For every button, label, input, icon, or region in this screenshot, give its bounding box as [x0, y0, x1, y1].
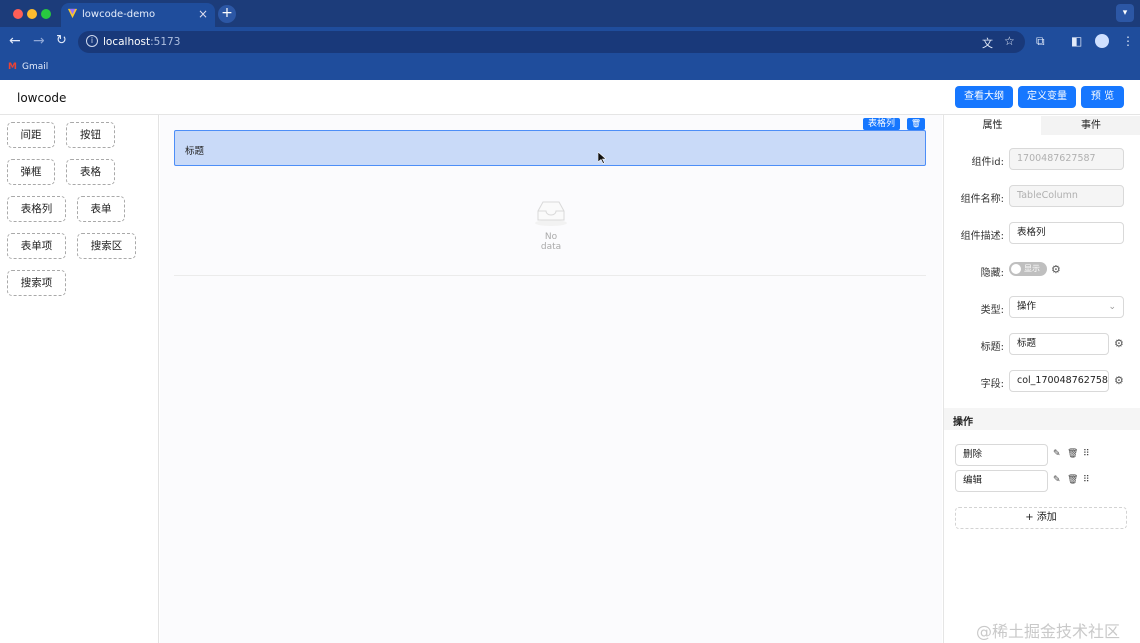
- title-label: 标题:: [980, 342, 1004, 353]
- app-title: lowcode: [17, 91, 67, 105]
- tab-search-chevron-icon[interactable]: ▾: [1116, 4, 1134, 22]
- url-text: localhost:5173: [103, 36, 181, 48]
- define-variables-button[interactable]: 定义变量: [1018, 86, 1076, 108]
- profile-avatar-icon[interactable]: [1095, 34, 1109, 48]
- component-button[interactable]: 按钮: [66, 122, 115, 148]
- side-panel-icon[interactable]: ◧: [1071, 34, 1082, 48]
- action-item-input-delete[interactable]: 删除: [955, 444, 1048, 466]
- properties-panel: 属性 事件 组件id: 1700487627587 组件名称: TableCol…: [943, 115, 1140, 643]
- delete-selection-icon[interactable]: 🗑: [907, 118, 925, 130]
- component-table[interactable]: 表格: [66, 159, 115, 185]
- toggle-text: 显示: [1024, 264, 1040, 273]
- field-settings-gear-icon[interactable]: ⚙: [1114, 374, 1124, 387]
- selection-label[interactable]: 表格列: [863, 118, 900, 130]
- drag-handle-icon[interactable]: ⠿: [1083, 475, 1090, 485]
- vite-favicon-icon: [67, 8, 78, 19]
- zoom-window-button[interactable]: [41, 9, 51, 19]
- component-form[interactable]: 表单: [77, 196, 125, 222]
- type-label: 类型:: [980, 305, 1004, 316]
- tab-properties[interactable]: 属性: [944, 116, 1041, 135]
- drag-handle-icon[interactable]: ⠿: [1083, 449, 1090, 459]
- browser-tab-strip: lowcode-demo × + ▾: [0, 0, 1140, 27]
- mouse-cursor-icon: [598, 152, 606, 164]
- gmail-icon: M: [8, 62, 17, 72]
- table-divider: [174, 275, 926, 276]
- toggle-knob: [1011, 264, 1021, 274]
- type-select-value: 操作: [1017, 301, 1037, 312]
- component-name-label: 组件名称:: [960, 194, 1004, 205]
- component-table-column[interactable]: 表格列: [7, 196, 66, 222]
- component-search-item[interactable]: 搜索项: [7, 270, 66, 296]
- hidden-settings-gear-icon[interactable]: ⚙: [1051, 263, 1061, 276]
- type-select[interactable]: 操作 ⌄: [1009, 296, 1124, 318]
- close-window-button[interactable]: [13, 9, 23, 19]
- browser-menu-icon[interactable]: ⋮: [1122, 34, 1134, 48]
- title-settings-gear-icon[interactable]: ⚙: [1114, 337, 1124, 350]
- view-outline-button[interactable]: 查看大纲: [955, 86, 1013, 108]
- back-arrow-icon[interactable]: ←: [9, 33, 21, 49]
- table-column-header[interactable]: 标题: [174, 130, 926, 166]
- hidden-label: 隐藏:: [980, 268, 1004, 279]
- forward-arrow-icon[interactable]: →: [33, 33, 45, 49]
- add-action-label: 添加: [1036, 512, 1057, 523]
- component-desc-label: 组件描述:: [960, 231, 1004, 242]
- component-search-area[interactable]: 搜索区: [77, 233, 136, 259]
- app-header: lowcode 查看大纲 定义变量 预 览: [0, 80, 1140, 115]
- reload-icon[interactable]: ↻: [56, 33, 67, 49]
- component-desc-input[interactable]: 表格列: [1009, 222, 1124, 244]
- tab-close-icon[interactable]: ×: [198, 7, 208, 21]
- component-name-input: TableColumn: [1009, 185, 1124, 207]
- new-tab-button[interactable]: +: [218, 5, 236, 23]
- empty-state-text: No data: [540, 232, 562, 252]
- title-input[interactable]: 标题: [1009, 333, 1109, 355]
- component-modal[interactable]: 弹框: [7, 159, 55, 185]
- address-bar[interactable]: i localhost:5173 ⽂ ☆: [78, 31, 1025, 53]
- design-canvas[interactable]: 表格列 🗑 标题 No data: [160, 115, 942, 643]
- component-spacing[interactable]: 间距: [7, 122, 55, 148]
- delete-trash-icon[interactable]: 🗑: [1067, 449, 1078, 459]
- field-input[interactable]: col_1700487627587: [1009, 370, 1109, 392]
- component-id-input: 1700487627587: [1009, 148, 1124, 170]
- component-palette: 间距 按钮 弹框 表格 表格列 表单 表单项 搜索区 搜索项: [0, 115, 159, 643]
- translate-icon[interactable]: ⽂: [982, 35, 993, 51]
- add-action-button[interactable]: + 添加: [955, 507, 1127, 529]
- component-id-label: 组件id:: [971, 157, 1005, 168]
- extensions-puzzle-icon[interactable]: ⧉: [1036, 34, 1045, 49]
- component-form-item[interactable]: 表单项: [7, 233, 66, 259]
- preview-button[interactable]: 预 览: [1081, 86, 1124, 108]
- chevron-down-icon: ⌄: [1108, 302, 1116, 312]
- plus-icon: +: [1025, 512, 1034, 523]
- actions-section-title: 操作: [953, 417, 973, 428]
- tab-events[interactable]: 事件: [1041, 116, 1140, 135]
- watermark: @稀土掘金技术社区: [976, 622, 1121, 641]
- site-info-icon[interactable]: i: [86, 35, 98, 47]
- bookmarks-bar: M Gmail: [0, 56, 1140, 80]
- column-header-title: 标题: [185, 146, 205, 157]
- action-item-input-edit[interactable]: 编辑: [955, 470, 1048, 492]
- edit-pencil-icon[interactable]: ✎: [1053, 475, 1061, 485]
- browser-tab[interactable]: lowcode-demo ×: [61, 3, 215, 27]
- field-label: 字段:: [980, 379, 1004, 390]
- actions-section-header: 操作: [944, 408, 1140, 430]
- tab-title: lowcode-demo: [82, 9, 156, 20]
- empty-inbox-icon: [535, 201, 567, 226]
- delete-trash-icon[interactable]: 🗑: [1067, 475, 1078, 485]
- hidden-toggle[interactable]: 显示: [1009, 262, 1047, 276]
- bookmark-star-icon[interactable]: ☆: [1004, 34, 1015, 48]
- bookmark-gmail[interactable]: Gmail: [22, 62, 48, 72]
- minimize-window-button[interactable]: [27, 9, 37, 19]
- edit-pencil-icon[interactable]: ✎: [1053, 449, 1061, 459]
- browser-toolbar: ← → ↻ i localhost:5173 ⽂ ☆ ⧉ ◧ ⋮: [0, 27, 1140, 56]
